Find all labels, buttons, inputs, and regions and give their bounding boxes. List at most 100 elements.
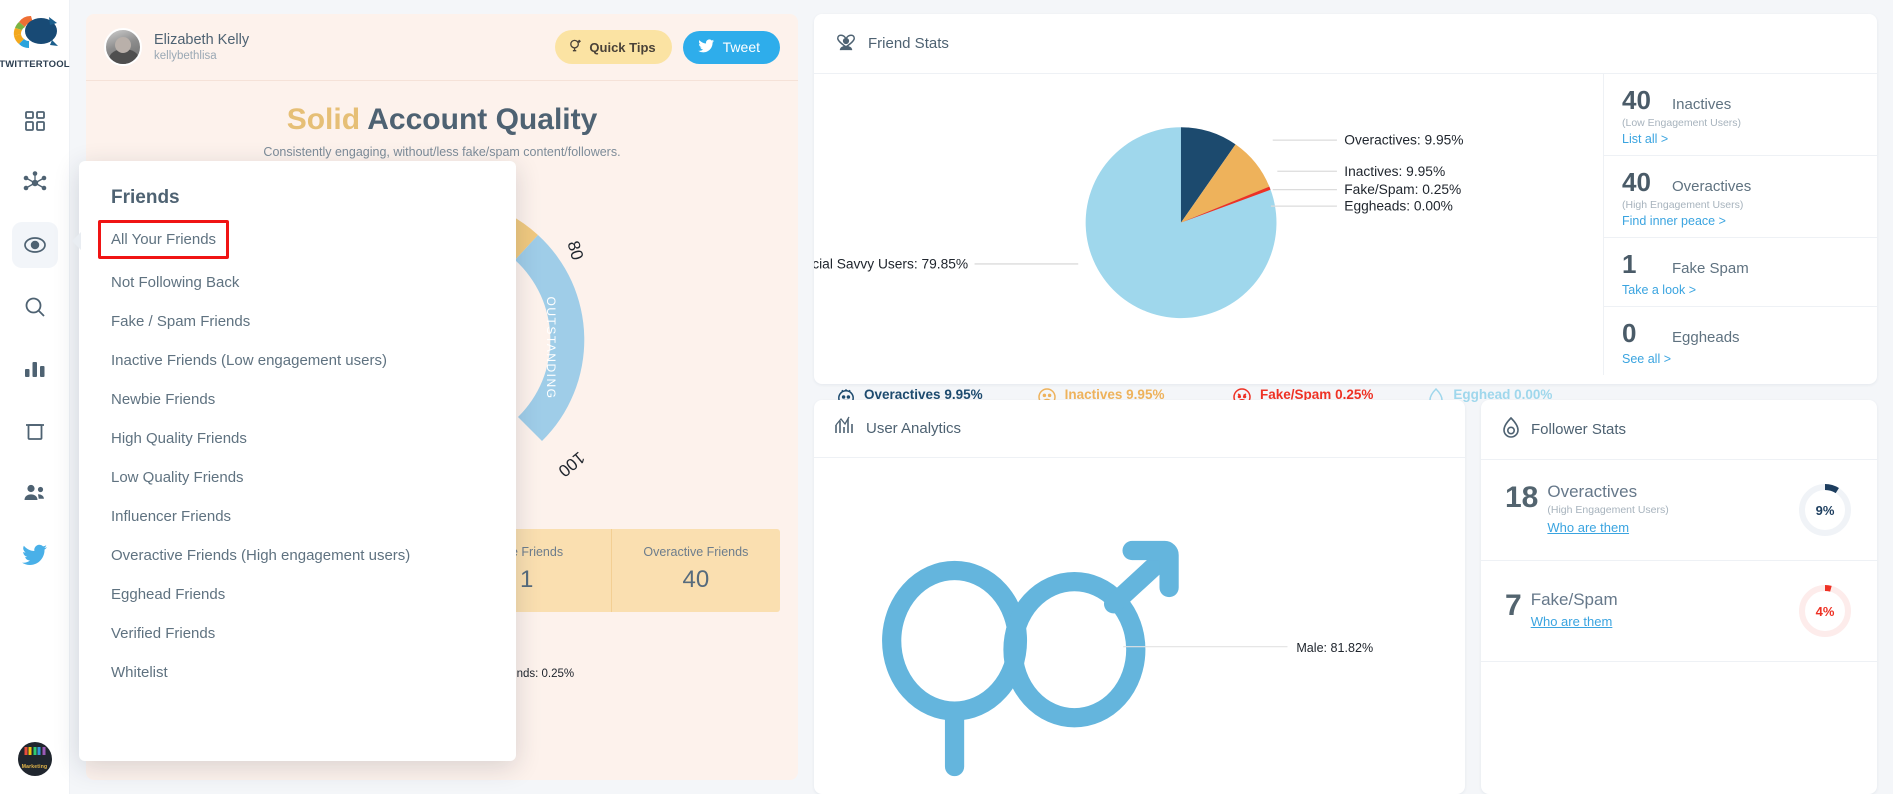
- pie-label-inactives: Inactives: 9.95%: [1344, 164, 1445, 179]
- overactives-ring-chart: 9%: [1797, 482, 1853, 538]
- follower-stats-card: Follower Stats 18 Overactives (High Enga…: [1481, 400, 1877, 794]
- dropdown-item-overactive-friends[interactable]: Overactive Friends (High engagement user…: [111, 536, 484, 575]
- pie-label-social-savvy: Social Savvy Users: 79.85%: [814, 257, 968, 272]
- stat-cell: Overactive Friends 40: [612, 529, 780, 612]
- follower-stat-label: Fake/Spam: [1531, 590, 1618, 609]
- follower-stats-title: Follower Stats: [1531, 421, 1626, 438]
- dropdown-item-newbie-friends[interactable]: Newbie Friends: [111, 380, 484, 419]
- sidebar-item-network[interactable]: [12, 160, 58, 206]
- pie-label-fakespam: Fake/Spam: 0.25%: [1344, 182, 1461, 197]
- lightbulb-icon: [568, 38, 583, 56]
- overactives-ring-pct: 9%: [1797, 482, 1853, 538]
- dropdown-item-egghead-friends[interactable]: Egghead Friends: [111, 575, 484, 614]
- pie-svg: Overactives: 9.95% Inactives: 9.95% Fake…: [814, 74, 1603, 375]
- sidebar-item-cleanup[interactable]: [12, 408, 58, 454]
- side-stat-value: 0: [1622, 318, 1656, 349]
- account-name: Elizabeth Kelly: [154, 32, 249, 48]
- right-column: Friend Stats: [814, 14, 1877, 794]
- dropdown-item-verified-friends[interactable]: Verified Friends: [111, 614, 484, 653]
- side-stat-value: 1: [1622, 249, 1656, 280]
- dropdown-item-low-quality-friends[interactable]: Low Quality Friends: [111, 458, 484, 497]
- side-stat-sub: (High Engagement Users): [1622, 199, 1859, 211]
- marketing-badge[interactable]: Marketing: [18, 742, 52, 776]
- side-stat-value: 40: [1622, 167, 1656, 198]
- follower-stat-value: 7: [1505, 591, 1522, 621]
- pie-label-overactives: Overactives: 9.95%: [1344, 133, 1463, 148]
- user-analytics-body: Male: 81.82%: [814, 458, 1465, 794]
- side-stat-overactives: 40 Overactives (High Engagement Users) F…: [1604, 156, 1877, 238]
- dropdown-item-whitelist[interactable]: Whitelist: [111, 653, 484, 692]
- follower-stat-text: 7 Fake/Spam Who are them: [1505, 591, 1797, 631]
- analytics-icon: [834, 416, 856, 441]
- dropdown-item-high-quality-friends[interactable]: High Quality Friends: [111, 419, 484, 458]
- dropdown-list: All Your Friends Not Following Back Fake…: [79, 213, 516, 692]
- side-stat-link[interactable]: Take a look >: [1622, 283, 1859, 297]
- logo-icon: [9, 12, 61, 56]
- male-percentage-label: Male: 81.82%: [1296, 641, 1373, 655]
- follower-stat-value: 18: [1505, 483, 1538, 513]
- side-stat-fake-spam: 1 Fake Spam Take a look >: [1604, 238, 1877, 307]
- side-stat-value: 40: [1622, 85, 1656, 116]
- app-root: TWITTERTOOL: [0, 0, 1893, 794]
- dropdown-caret-icon: [72, 232, 81, 250]
- dropdown-item-all-your-friends[interactable]: All Your Friends: [98, 220, 229, 259]
- friend-stats-side-panel: 40 Inactives (Low Engagement Users) List…: [1603, 74, 1877, 375]
- follower-stat-detail: Fake/Spam Who are them: [1531, 591, 1618, 631]
- dropdown-item-inactive-friends[interactable]: Inactive Friends (Low engagement users): [111, 341, 484, 380]
- follower-stat-link[interactable]: Who are them: [1531, 614, 1613, 629]
- side-stat-link[interactable]: List all >: [1622, 132, 1859, 146]
- fake-spam-ring-pct: 4%: [1797, 583, 1853, 639]
- side-stat-sub: (Low Engagement Users): [1622, 117, 1859, 129]
- quick-tips-label: Quick Tips: [589, 40, 655, 55]
- twitter-bird-icon: [698, 39, 715, 56]
- quick-tips-button[interactable]: Quick Tips: [555, 30, 671, 64]
- user-analytics-header: User Analytics: [814, 400, 1465, 458]
- follower-stat-fake-spam: 7 Fake/Spam Who are them 4%: [1481, 561, 1877, 662]
- follower-stat-text: 18 Overactives (High Engagement Users) W…: [1505, 483, 1797, 537]
- gender-chart-svg: Male: 81.82%: [814, 458, 1465, 794]
- stat-value: 40: [616, 566, 776, 594]
- sidebar-footer: Marketing: [0, 742, 69, 776]
- friend-stats-card: Friend Stats: [814, 14, 1877, 384]
- sidebar-item-users[interactable]: [12, 470, 58, 516]
- gauge-band-label: OUTSTANDING: [544, 297, 558, 400]
- side-stat-link[interactable]: See all >: [1622, 352, 1859, 366]
- tweet-label: Tweet: [723, 39, 760, 55]
- account-handle: kellybethlisa: [154, 50, 249, 62]
- avatar: [104, 28, 142, 66]
- stat-label: Overactive Friends: [616, 545, 776, 559]
- friend-stats-body: Overactives: 9.95% Inactives: 9.95% Fake…: [814, 74, 1877, 375]
- account-quality-subtitle: Consistently engaging, without/less fake…: [86, 145, 798, 159]
- follower-stats-header: Follower Stats: [1481, 400, 1877, 460]
- flame-icon: [1501, 416, 1521, 443]
- account-quality-title: Solid Account Quality: [86, 103, 798, 137]
- friend-stats-pie-chart: Overactives: 9.95% Inactives: 9.95% Fake…: [814, 74, 1603, 375]
- sidebar-item-account-analytics[interactable]: [12, 222, 58, 268]
- badge-label: Marketing: [22, 764, 47, 770]
- brand-name: TWITTERTOOL: [0, 59, 70, 70]
- sidebar-item-search[interactable]: [12, 284, 58, 330]
- follower-stat-detail: Overactives (High Engagement Users) Who …: [1547, 483, 1668, 537]
- tweet-button[interactable]: Tweet: [683, 31, 780, 64]
- follower-stat-label: Overactives: [1547, 482, 1637, 501]
- side-stat-label: Eggheads: [1672, 329, 1740, 346]
- friends-dropdown: Friends All Your Friends Not Following B…: [79, 161, 516, 761]
- friend-stats-title: Friend Stats: [868, 35, 949, 52]
- sidebar-item-dashboard[interactable]: [12, 98, 58, 144]
- dropdown-item-fake-spam-friends[interactable]: Fake / Spam Friends: [111, 302, 484, 341]
- sidebar-item-twitter[interactable]: [12, 532, 58, 578]
- header-actions: Quick Tips Tweet: [555, 30, 780, 64]
- dropdown-item-influencer-friends[interactable]: Influencer Friends: [111, 497, 484, 536]
- side-stat-link[interactable]: Find inner peace >: [1622, 214, 1859, 228]
- sidebar-item-reports[interactable]: [12, 346, 58, 392]
- gender-symbol-icon: [892, 561, 1161, 767]
- brand-logo[interactable]: TWITTERTOOL: [0, 12, 70, 70]
- gauge-tick-80: 80: [564, 239, 587, 262]
- user-analytics-card: User Analytics Male: 81: [814, 400, 1465, 794]
- friend-stats-header: Friend Stats: [814, 14, 1877, 74]
- side-stat-label: Fake Spam: [1672, 260, 1749, 277]
- dropdown-item-not-following-back[interactable]: Not Following Back: [111, 263, 484, 302]
- side-stat-inactives: 40 Inactives (Low Engagement Users) List…: [1604, 74, 1877, 156]
- follower-stat-link[interactable]: Who are them: [1547, 520, 1629, 535]
- bottom-row: User Analytics Male: 81: [814, 400, 1877, 794]
